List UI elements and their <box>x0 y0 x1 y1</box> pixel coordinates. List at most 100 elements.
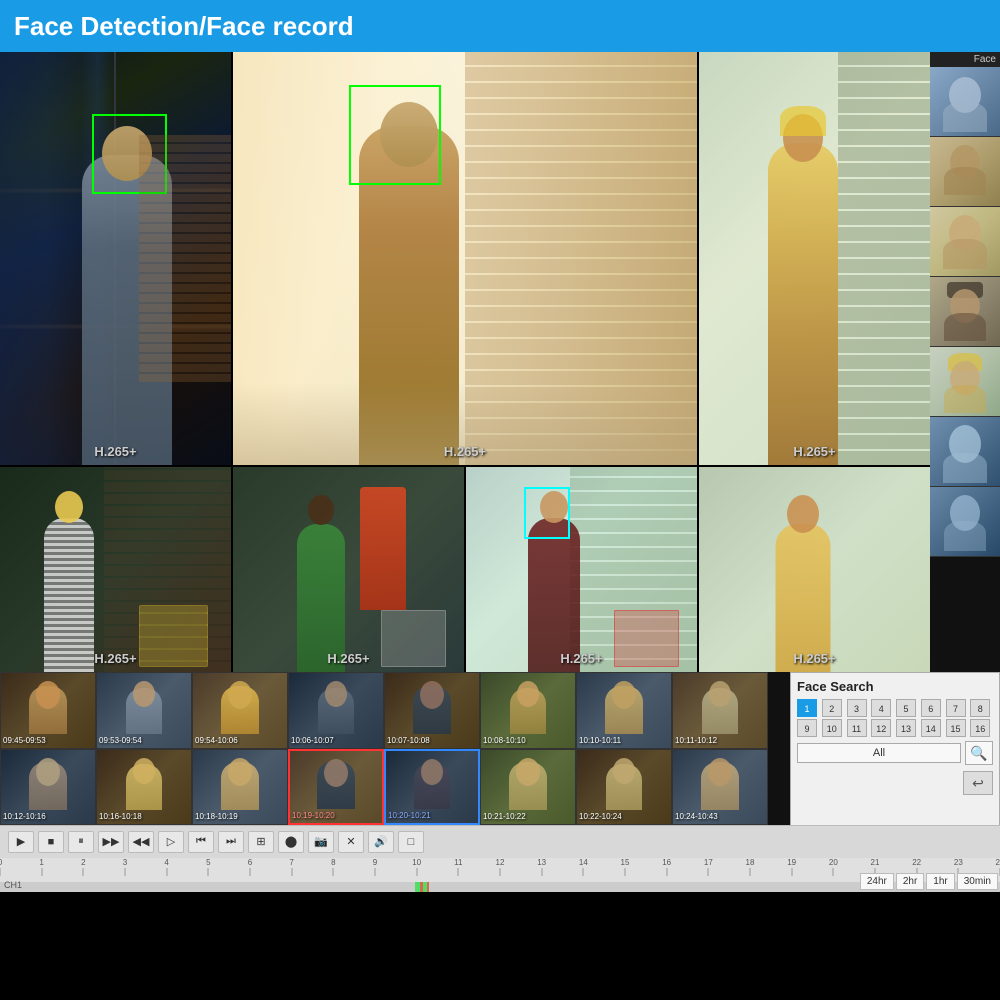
channel-btn-16[interactable]: 16 <box>970 719 990 737</box>
channel-btn-2[interactable]: 2 <box>822 699 842 717</box>
timeline-bar[interactable]: 0123456789101112131415161718192021222324… <box>0 858 1000 892</box>
camera-label-6: H.265+ <box>793 444 835 459</box>
timeline-section: 09:45-09:53 09:53-09:54 09:54-10:06 <box>0 672 1000 892</box>
recording-bar-red-2 <box>427 882 429 892</box>
face-thumb-7[interactable] <box>930 487 1000 557</box>
thumb-item-12[interactable]: 10:19-10:20 <box>288 749 384 826</box>
page-title: Face Detection/Face record <box>14 11 354 42</box>
tick-line-4 <box>166 868 167 876</box>
rewind-button[interactable]: ◀◀ <box>128 831 154 853</box>
fullscreen-button[interactable]: □ <box>398 831 424 853</box>
channel-btn-11[interactable]: 11 <box>847 719 867 737</box>
channel-btn-6[interactable]: 6 <box>921 699 941 717</box>
thumb-time-13: 10:20-10:21 <box>388 811 431 820</box>
tick-label-6: 6 <box>248 858 252 867</box>
channel-btn-14[interactable]: 14 <box>921 719 941 737</box>
channel-btn-4[interactable]: 4 <box>871 699 891 717</box>
thumb-item-16[interactable]: 10:24-10:43 <box>672 749 768 826</box>
channel-btn-15[interactable]: 15 <box>946 719 966 737</box>
thumb-time-2: 09:53-09:54 <box>99 736 142 745</box>
channel-btn-10[interactable]: 10 <box>822 719 842 737</box>
thumb-item-1[interactable]: 09:45-09:53 <box>0 672 96 749</box>
time-24hr-button[interactable]: 24hr <box>860 873 894 890</box>
grid-button[interactable]: ⊞ <box>248 831 274 853</box>
face-thumb-1[interactable] <box>930 67 1000 137</box>
tick-label-7: 7 <box>289 858 293 867</box>
thumb-time-4: 10:06-10:07 <box>291 736 334 745</box>
play-button[interactable]: ▶ <box>8 831 34 853</box>
tick-line-2 <box>83 868 84 876</box>
channel-btn-12[interactable]: 12 <box>871 719 891 737</box>
thumb-item-9[interactable]: 10:12-10:16 <box>0 749 96 826</box>
tick-label-24: 24 <box>996 858 1000 867</box>
thumb-item-6[interactable]: 10:08-10:10 <box>480 672 576 749</box>
channel-btn-13[interactable]: 13 <box>896 719 916 737</box>
thumb-time-1: 09:45-09:53 <box>3 736 46 745</box>
face-strip-spacer <box>930 557 1000 672</box>
tick-label-17: 17 <box>704 858 713 867</box>
thumb-item-2[interactable]: 09:53-09:54 <box>96 672 192 749</box>
thumb-item-14[interactable]: 10:21-10:22 <box>480 749 576 826</box>
thumb-row-1: 09:45-09:53 09:53-09:54 09:54-10:06 <box>0 672 790 749</box>
thumb-item-7[interactable]: 10:10-10:11 <box>576 672 672 749</box>
search-go-button[interactable]: 🔍 <box>965 741 993 765</box>
face-thumb-3[interactable] <box>930 207 1000 277</box>
channel-label: CH1 <box>4 880 22 890</box>
tick-label-18: 18 <box>746 858 755 867</box>
time-2hr-button[interactable]: 2hr <box>896 873 924 890</box>
next-frame-button[interactable]: ⏭ <box>218 831 244 853</box>
fast-forward-button[interactable]: ▶▶ <box>98 831 124 853</box>
tick-line-3 <box>125 868 126 876</box>
prev-frame-button[interactable]: ⏮ <box>188 831 214 853</box>
pause-button[interactable]: ⏸ <box>68 831 94 853</box>
thumb-time-12: 10:19-10:20 <box>292 811 335 820</box>
tick-line-13 <box>541 868 542 876</box>
record-button[interactable]: ⬤ <box>278 831 304 853</box>
channel-btn-7[interactable]: 7 <box>946 699 966 717</box>
thumb-item-8[interactable]: 10:11-10:12 <box>672 672 768 749</box>
thumb-item-4[interactable]: 10:06-10:07 <box>288 672 384 749</box>
tick-line-15 <box>625 868 626 876</box>
arrow-back-button[interactable]: ↩ <box>963 771 993 795</box>
search-all-button[interactable]: All <box>797 743 961 763</box>
tick-label-14: 14 <box>579 858 588 867</box>
tick-label-21: 21 <box>871 858 880 867</box>
tick-line-1 <box>41 868 42 876</box>
camera-label-4: H.265+ <box>327 651 369 666</box>
tick-line-9 <box>375 868 376 876</box>
thumb-item-3[interactable]: 09:54-10:06 <box>192 672 288 749</box>
thumb-item-5[interactable]: 10:07-10:08 <box>384 672 480 749</box>
snapshot-button[interactable]: 📷 <box>308 831 334 853</box>
header: Face Detection/Face record <box>0 0 1000 52</box>
audio-button[interactable]: 🔊 <box>368 831 394 853</box>
face-thumb-2[interactable] <box>930 137 1000 207</box>
camera-grid: H.265+ H.265+ H. <box>0 52 930 672</box>
thumbnail-strip: 09:45-09:53 09:53-09:54 09:54-10:06 <box>0 672 1000 825</box>
time-30min-button[interactable]: 30min <box>957 873 998 890</box>
thumb-item-10[interactable]: 10:16-10:18 <box>96 749 192 826</box>
thumb-time-8: 10:11-10:12 <box>675 736 717 745</box>
channel-btn-9[interactable]: 9 <box>797 719 817 737</box>
thumb-time-7: 10:10-10:11 <box>579 736 621 745</box>
tick-label-2: 2 <box>81 858 85 867</box>
face-thumb-6[interactable] <box>930 417 1000 487</box>
tick-label-23: 23 <box>954 858 963 867</box>
slow-forward-button[interactable]: ▷ <box>158 831 184 853</box>
timeline-track[interactable] <box>0 882 1000 892</box>
thumb-item-15[interactable]: 10:22-10:24 <box>576 749 672 826</box>
camera-cell-5: H.265+ <box>466 467 697 672</box>
thumb-item-11[interactable]: 10:18-10:19 <box>192 749 288 826</box>
face-thumb-5[interactable] <box>930 347 1000 417</box>
channel-btn-1[interactable]: 1 <box>797 699 817 717</box>
time-1hr-button[interactable]: 1hr <box>926 873 954 890</box>
channel-btn-5[interactable]: 5 <box>896 699 916 717</box>
camera-cell-3: H.265+ <box>0 467 231 672</box>
face-thumb-4[interactable] <box>930 277 1000 347</box>
face-strip: Face <box>930 52 1000 672</box>
channel-btn-3[interactable]: 3 <box>847 699 867 717</box>
tick-label-4: 4 <box>164 858 168 867</box>
thumb-item-13[interactable]: 10:20-10:21 <box>384 749 480 826</box>
channel-btn-8[interactable]: 8 <box>970 699 990 717</box>
close-button[interactable]: ✕ <box>338 831 364 853</box>
stop-button[interactable]: ■ <box>38 831 64 853</box>
